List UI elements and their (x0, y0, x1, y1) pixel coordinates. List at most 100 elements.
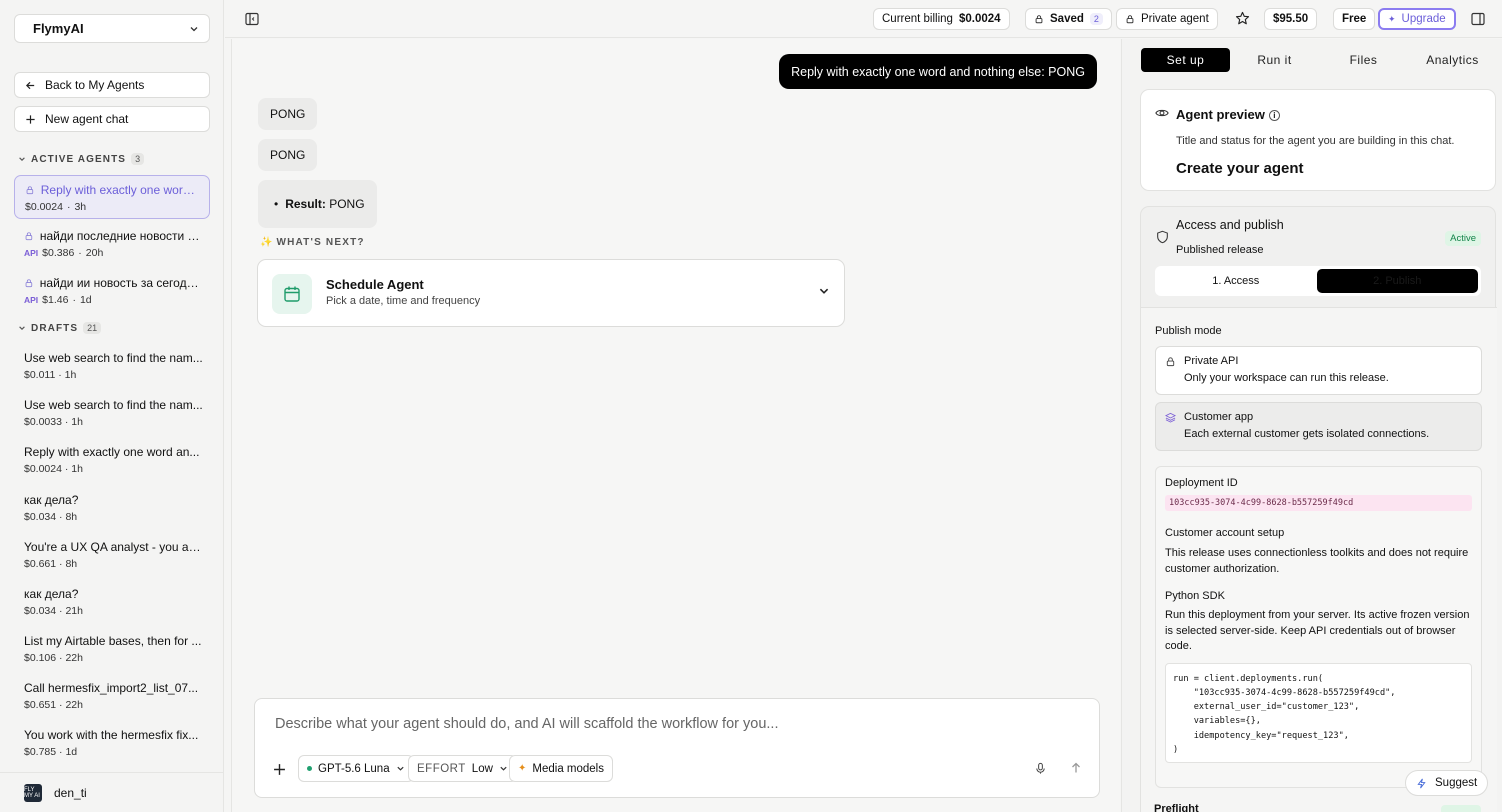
current-billing: Current billing $0.0024 (873, 8, 1010, 30)
status-badge: Active (1445, 231, 1481, 246)
draft-item[interactable]: List my Airtable bases, then for ... $0.1… (24, 634, 204, 664)
active-agent-item[interactable]: найди ии новость за сегодн... API $1.46 ·… (14, 269, 210, 313)
tab-analytics[interactable]: Analytics (1408, 48, 1497, 72)
setup-panel: Set up Run it Files Analytics Agent prev… (1121, 39, 1502, 812)
chevron-down-icon (396, 766, 404, 771)
step-access[interactable]: 1. Access (1155, 266, 1317, 296)
draft-title: как дела? (24, 493, 79, 507)
customer-app-title: Customer app (1184, 411, 1254, 423)
user-message: Reply with exactly one word and nothing … (779, 54, 1097, 89)
draft-item[interactable]: You're a UX QA analyst - you ac... $0.661… (24, 540, 204, 570)
sdk-label: Python SDK (1165, 590, 1225, 602)
schedule-agent-card[interactable]: Schedule Agent Pick a date, time and fre… (257, 259, 845, 327)
plus-icon[interactable] (273, 763, 286, 776)
lock-icon (25, 232, 33, 241)
code-snippet[interactable]: run = client.deployments.run( "103cc935-… (1165, 662, 1472, 763)
private-api-desc: Only your workspace can run this release… (1184, 372, 1389, 384)
tab-set-up[interactable]: Set up (1141, 48, 1230, 72)
model-select[interactable]: GPT-5.6 Luna (298, 755, 414, 782)
status-dot (307, 766, 312, 771)
draft-item[interactable]: Reply with exactly one word an... $0.0024… (24, 445, 204, 475)
user-profile[interactable]: FLY MY AI den_ti (0, 772, 224, 812)
top-bar: Current billing $0.0024 Saved 2 Private … (225, 0, 1502, 38)
step-publish[interactable]: 2. Publish (1316, 269, 1478, 293)
draft-meta: $0.106 · 22h (24, 652, 83, 664)
suggest-label: Suggest (1435, 777, 1478, 789)
active-agents-toggle[interactable]: ACTIVE AGENTS 3 (18, 153, 145, 165)
deployment-id-label: Deployment ID (1165, 477, 1238, 489)
private-api-option[interactable]: Private API Only your workspace can run … (1155, 346, 1482, 395)
deployment-id-value[interactable]: 103cc935-3074-4c99-8628-b557259f49cd (1165, 495, 1472, 511)
drafts-toggle[interactable]: DRAFTS 21 (18, 322, 102, 334)
agent-age: 20h (85, 247, 104, 259)
sidebar-toggle-icon[interactable] (245, 12, 259, 26)
avatar: FLY MY AI (24, 783, 42, 802)
chat-area: Reply with exactly one word and nothing … (231, 39, 1120, 812)
draft-meta: $0.785 · 1d (24, 746, 78, 758)
billing-value: $0.0024 (958, 13, 1001, 25)
draft-meta: $0.034 · 21h (24, 605, 83, 617)
assistant-reply: PONG (258, 139, 318, 171)
access-title: Access and publish (1176, 218, 1284, 232)
chevron-down-icon (500, 766, 507, 771)
info-icon[interactable]: i (1268, 110, 1280, 122)
lock-icon (26, 186, 34, 195)
upgrade-button[interactable]: ✦ Upgrade (1378, 8, 1456, 30)
microphone-icon[interactable] (1034, 762, 1047, 775)
balance[interactable]: $95.50 (1264, 8, 1318, 30)
tab-run-it[interactable]: Run it (1230, 48, 1319, 72)
workspace-select[interactable]: FlymyAI (14, 14, 210, 43)
new-agent-chat-button[interactable]: New agent chat (14, 106, 210, 132)
send-arrow-icon[interactable] (1070, 762, 1082, 774)
eye-icon (1155, 109, 1169, 117)
back-to-agents-button[interactable]: Back to My Agents (14, 72, 210, 98)
draft-item[interactable]: Use web search to find the nam... $0.011 … (24, 351, 204, 381)
access-publish-card: Access and publish Published release Act… (1140, 206, 1497, 812)
active-agent-item[interactable]: Reply with exactly one word ... $0.0024 ·… (14, 175, 210, 219)
draft-item[interactable]: как дела? $0.034 · 21h (24, 587, 204, 617)
private-agent-button[interactable]: Private agent (1116, 8, 1218, 30)
composer: GPT-5.6 Luna EFFORT Low ✦ Media models (254, 698, 1100, 798)
effort-select[interactable]: EFFORT Low (408, 755, 517, 782)
prompt-input[interactable] (275, 713, 1065, 735)
customer-app-option[interactable]: Customer app Each external customer gets… (1155, 402, 1482, 451)
effort-label: EFFORT (417, 762, 466, 775)
draft-item[interactable]: Use web search to find the nam... $0.0033… (24, 398, 204, 428)
agent-title: Reply with exactly one word ... (40, 183, 199, 197)
draft-title: как дела? (24, 587, 79, 601)
draft-title: You're a UX QA analyst - you ac... (24, 540, 204, 554)
account-setup-label: Customer account setup (1165, 527, 1285, 539)
agent-preview-desc: Title and status for the agent you are b… (1176, 135, 1455, 147)
assistant-reply: PONG (258, 98, 318, 130)
active-agent-item[interactable]: найди последние новости з... API $0.386 ·… (14, 222, 210, 266)
saved-label: Saved (1050, 13, 1084, 25)
agent-age: 3h (74, 201, 87, 213)
agent-preview-title: Agent preview i (1176, 107, 1280, 122)
agent-name: Create your agent (1176, 160, 1304, 177)
media-models-button[interactable]: ✦ Media models (509, 755, 613, 782)
result-value: PONG (329, 197, 365, 211)
suggest-button[interactable]: Suggest (1405, 770, 1489, 796)
agent-cost: $0.386 (42, 247, 75, 259)
draft-title: You work with the hermesfix fix... (24, 728, 199, 742)
sdk-desc: Run this deployment from your server. It… (1165, 609, 1470, 652)
draft-item[interactable]: You work with the hermesfix fix... $0.785… (24, 728, 204, 758)
preflight-label: Preflight (1154, 803, 1199, 812)
schedule-title: Schedule Agent (326, 277, 424, 292)
draft-meta: $0.034 · 8h (24, 511, 78, 523)
agent-preview-card: Agent preview i Title and status for the … (1140, 89, 1496, 191)
star-icon[interactable] (1235, 11, 1250, 26)
agent-age: 1d (79, 294, 92, 306)
sidebar: FlymyAI Back to My Agents New agent chat… (0, 0, 224, 812)
draft-meta: $0.661 · 8h (24, 558, 78, 570)
media-label: Media models (532, 762, 604, 775)
agent-cost: $1.46 (42, 294, 69, 306)
draft-item[interactable]: Call hermesfix_import2_list_07... $0.651 … (24, 681, 204, 711)
agent-title: найди ии новость за сегодн... (39, 276, 200, 290)
panel-toggle-icon[interactable] (1471, 12, 1485, 26)
draft-title: Call hermesfix_import2_list_07... (24, 681, 199, 695)
draft-item[interactable]: как дела? $0.034 · 8h (24, 493, 204, 523)
saved-button[interactable]: Saved 2 (1025, 8, 1112, 30)
tab-files[interactable]: Files (1319, 48, 1408, 72)
lock-icon (1035, 15, 1043, 24)
